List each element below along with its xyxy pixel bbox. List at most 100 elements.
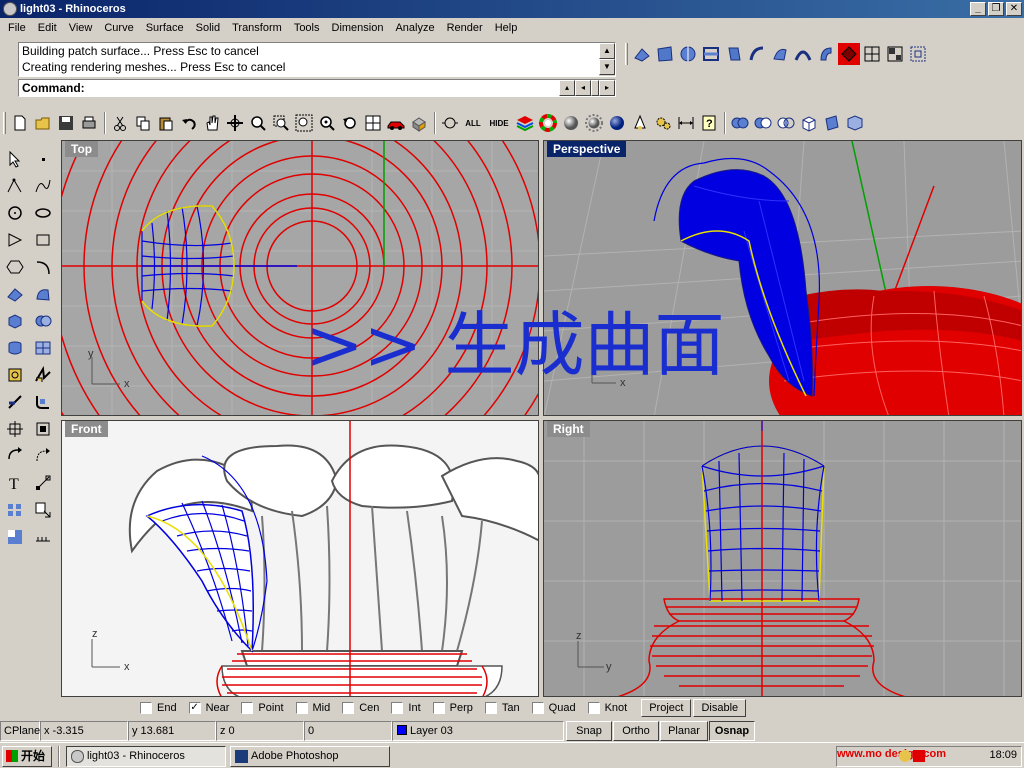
osnap-perp-checkbox[interactable] <box>432 702 445 714</box>
restore-button[interactable]: ❐ <box>988 2 1004 16</box>
planar-toggle[interactable]: Planar <box>660 721 708 741</box>
blue-sphere-icon[interactable] <box>606 112 628 134</box>
scroll-down-button[interactable]: ▼ <box>599 59 615 75</box>
copy-object-icon[interactable] <box>30 497 56 523</box>
box-solid-icon[interactable] <box>798 112 820 134</box>
surface-from-points-icon[interactable] <box>631 43 653 65</box>
osnap-point[interactable]: Point <box>241 702 284 714</box>
osnap-near-checkbox[interactable]: ✓ <box>188 702 201 714</box>
gears-icon[interactable] <box>652 112 674 134</box>
osnap-mid-checkbox[interactable] <box>295 702 308 714</box>
mesh-icon[interactable] <box>30 335 56 361</box>
menu-tools[interactable]: Tools <box>288 18 326 38</box>
snap-toggle[interactable]: Snap <box>566 721 612 741</box>
history-splitter[interactable] <box>591 80 599 96</box>
minimize-button[interactable]: _ <box>970 2 986 16</box>
start-button[interactable]: 开始 <box>2 746 52 767</box>
menu-analyze[interactable]: Analyze <box>389 18 440 38</box>
osnap-toggle[interactable]: Osnap <box>709 721 755 741</box>
viewport-front[interactable]: z x Front <box>61 420 539 697</box>
print-icon[interactable] <box>78 112 100 134</box>
open-folder-icon[interactable] <box>32 112 54 134</box>
fillet-icon[interactable] <box>30 389 56 415</box>
render-box-icon[interactable] <box>408 112 430 134</box>
rotate-icon[interactable] <box>2 443 28 469</box>
help-icon[interactable]: ? <box>698 112 720 134</box>
trim-icon[interactable] <box>2 389 28 415</box>
menu-render[interactable]: Render <box>441 18 489 38</box>
osnap-knot-checkbox[interactable] <box>587 702 600 714</box>
transform-icon[interactable] <box>30 470 56 496</box>
osnap-cen-checkbox[interactable] <box>342 702 355 714</box>
text-icon[interactable]: T <box>2 470 28 496</box>
paste-icon[interactable] <box>155 112 177 134</box>
ortho-toggle[interactable]: Ortho <box>613 721 659 741</box>
select-filter-icon[interactable] <box>439 112 461 134</box>
osnap-perp[interactable]: Perp <box>432 702 473 714</box>
menu-file[interactable]: File <box>2 18 32 38</box>
cylinder-icon[interactable] <box>2 335 28 361</box>
grid-toggle-icon[interactable] <box>30 524 56 550</box>
project-button[interactable]: Project <box>641 699 692 717</box>
viewport-label-perspective[interactable]: Perspective <box>547 141 627 157</box>
menu-transform[interactable]: Transform <box>226 18 288 38</box>
rotate-view-icon[interactable] <box>224 112 246 134</box>
zoom-selected-icon[interactable] <box>316 112 338 134</box>
task-rhinoceros[interactable]: light03 - Rhinoceros <box>66 746 226 767</box>
zoom-window-icon[interactable] <box>270 112 292 134</box>
command-input[interactable]: Command: ▴ ◂ ▸ <box>18 79 616 97</box>
osnap-end[interactable]: End <box>140 702 177 714</box>
layer-selector[interactable]: Layer 03 <box>392 721 564 741</box>
scroll-up-button[interactable]: ▲ <box>599 43 615 59</box>
new-file-icon[interactable] <box>9 112 31 134</box>
sweep2-icon[interactable] <box>769 43 791 65</box>
history-scrollbar[interactable]: ▲ ▼ <box>599 43 615 76</box>
cut-icon[interactable] <box>109 112 131 134</box>
grid-options-icon[interactable] <box>884 43 906 65</box>
undo-view-icon[interactable] <box>339 112 361 134</box>
loft-icon[interactable] <box>700 43 722 65</box>
scale-icon[interactable] <box>30 416 56 442</box>
rectangle-icon[interactable] <box>30 227 56 253</box>
history-up-button[interactable]: ▴ <box>559 80 575 96</box>
color-wheel-icon[interactable] <box>537 112 559 134</box>
menu-edit[interactable]: Edit <box>32 18 63 38</box>
snap-icon[interactable] <box>2 362 28 388</box>
dimension-icon[interactable] <box>675 112 697 134</box>
surface-blend-icon[interactable] <box>30 281 56 307</box>
zoom-dynamic-icon[interactable] <box>247 112 269 134</box>
rotate3d-icon[interactable] <box>30 443 56 469</box>
hide-button[interactable]: HIDE <box>485 112 513 134</box>
history-prev-button[interactable]: ◂ <box>575 80 591 96</box>
arc-icon[interactable] <box>30 254 56 280</box>
circle-icon[interactable] <box>2 200 28 226</box>
osnap-tan[interactable]: Tan <box>484 702 520 714</box>
disable-button[interactable]: Disable <box>693 699 747 717</box>
dotted-grid-icon[interactable] <box>907 43 929 65</box>
light-spot-icon[interactable] <box>629 112 651 134</box>
osnap-int-checkbox[interactable] <box>391 702 404 714</box>
osnap-cen[interactable]: Cen <box>342 702 379 714</box>
viewport-layout-icon[interactable] <box>362 112 384 134</box>
hexagon-icon[interactable] <box>2 254 28 280</box>
render-sphere-icon[interactable] <box>583 112 605 134</box>
solid-edit-icon[interactable] <box>844 112 866 134</box>
patch-icon[interactable] <box>838 43 860 65</box>
shaded-car-icon[interactable] <box>385 112 407 134</box>
menu-view[interactable]: View <box>63 18 99 38</box>
boolean-intersection-icon[interactable] <box>775 112 797 134</box>
extrude-icon[interactable] <box>723 43 745 65</box>
pan-hand-icon[interactable] <box>201 112 223 134</box>
split-icon[interactable] <box>30 362 56 388</box>
copy-icon[interactable] <box>132 112 154 134</box>
osnap-knot[interactable]: Knot <box>587 702 627 714</box>
menu-help[interactable]: Help <box>489 18 524 38</box>
four-view-icon[interactable] <box>861 43 883 65</box>
toolbar-grip[interactable] <box>3 112 6 134</box>
layers-icon[interactable] <box>514 112 536 134</box>
curve-icon[interactable] <box>30 173 56 199</box>
boolean-icon[interactable] <box>30 308 56 334</box>
edge-surface-icon[interactable] <box>654 43 676 65</box>
ellipse-icon[interactable] <box>30 200 56 226</box>
close-button[interactable]: ✕ <box>1006 2 1022 16</box>
